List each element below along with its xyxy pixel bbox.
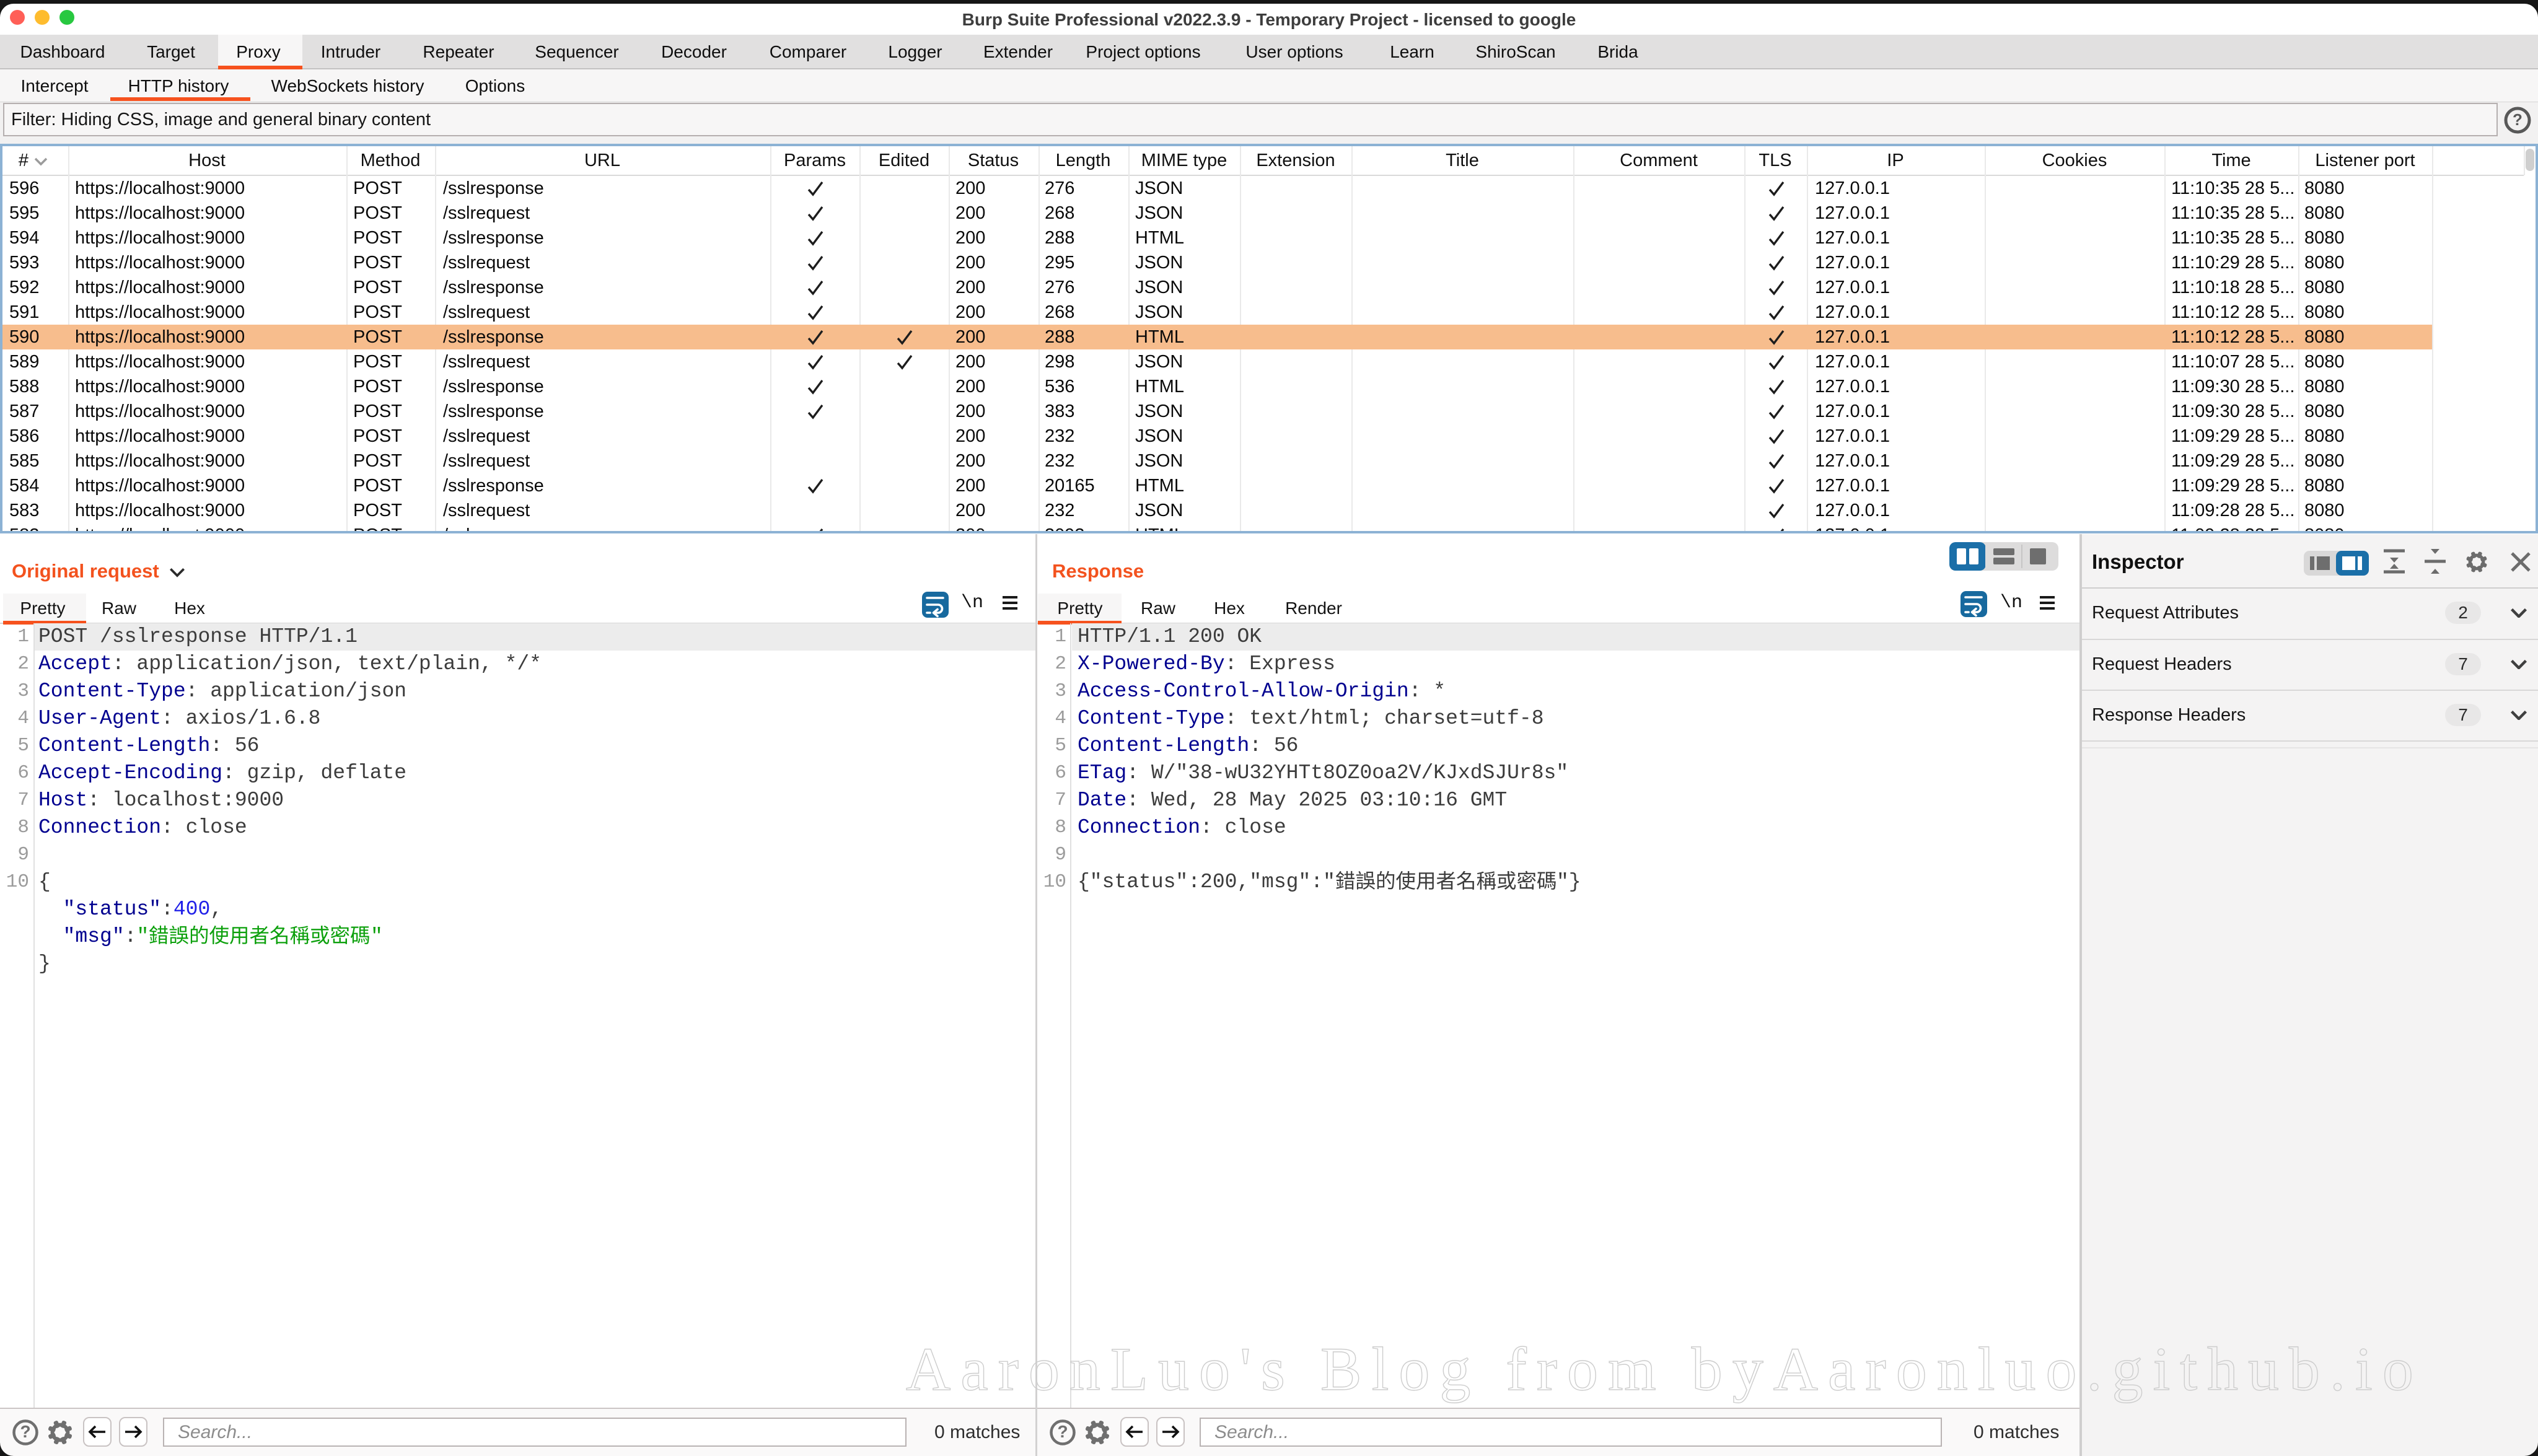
svg-text:?: ?: [1057, 1422, 1068, 1441]
svg-text:?: ?: [20, 1422, 30, 1441]
svg-text:?: ?: [2513, 110, 2523, 129]
